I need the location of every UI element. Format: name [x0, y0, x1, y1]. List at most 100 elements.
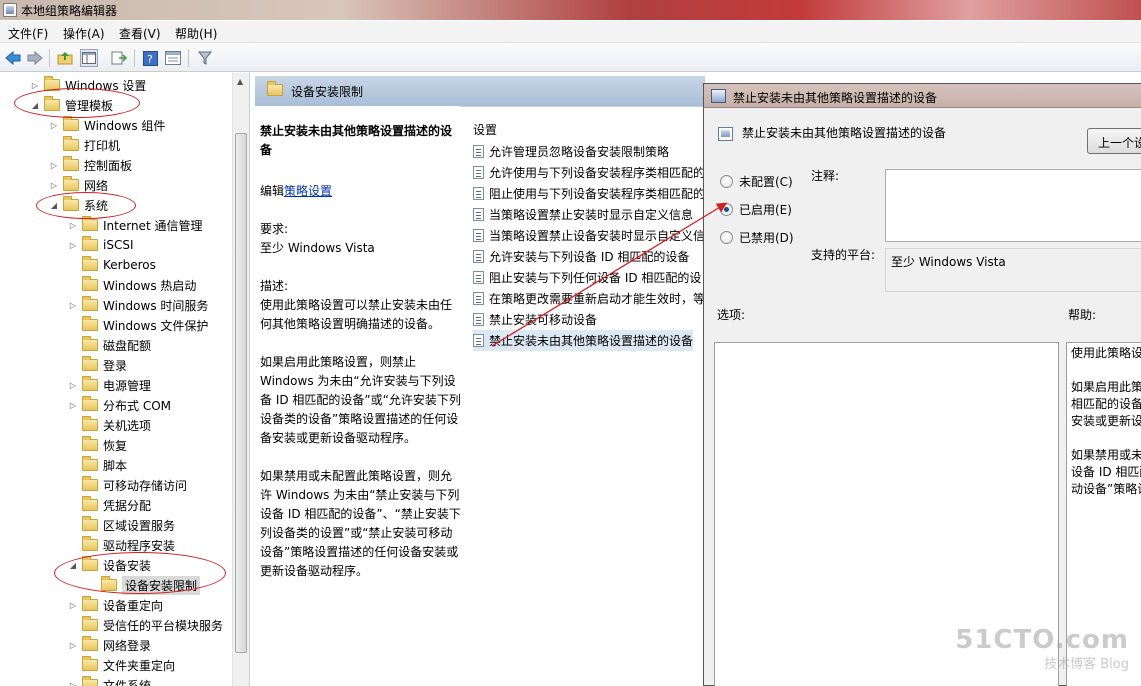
policy-setting-icon [473, 313, 484, 326]
show-tree-icon[interactable] [80, 49, 98, 67]
scrollbar-thumb[interactable] [235, 133, 247, 653]
help-icon[interactable]: ? [141, 49, 159, 67]
folder-icon [82, 276, 98, 291]
policy-setting-icon [473, 229, 484, 242]
collapsed-arrow-icon[interactable]: ▷ [68, 681, 78, 686]
radio-button[interactable] [720, 174, 733, 188]
tree-item-label: 网络登录 [103, 638, 152, 653]
scroll-up-arrow-icon[interactable]: ▲ [237, 77, 243, 86]
tree-item[interactable]: 登录 [68, 355, 127, 375]
settings-column-header[interactable]: 设置 [473, 121, 497, 138]
collapsed-arrow-icon[interactable]: ▷ [49, 161, 59, 170]
collapsed-arrow-icon[interactable]: ▷ [30, 81, 40, 90]
setting-row[interactable]: 允许使用与下列设备安装程序类相匹配的 [473, 162, 705, 183]
policy-setting-icon [473, 292, 484, 305]
back-arrow-icon[interactable] [4, 49, 22, 67]
tree-item[interactable]: 文件夹重定向 [68, 655, 175, 675]
tree-item[interactable]: ▷ 文件系统 [68, 675, 151, 686]
tree-item-label: 凭据分配 [103, 498, 152, 513]
setting-row[interactable]: 允许管理员忽略设备安装限制策略 [473, 141, 669, 162]
tree-item-label: 可移动存储访问 [103, 478, 188, 493]
collapsed-arrow-icon[interactable]: ▷ [68, 381, 78, 390]
tree-item[interactable]: 磁盘配额 [68, 335, 151, 355]
folder-icon [82, 636, 98, 651]
radio-not-configured[interactable]: 未配置(C) [720, 172, 793, 190]
up-folder-icon[interactable] [56, 49, 74, 67]
menu-view[interactable]: 查看(V) [119, 25, 161, 42]
folder-icon [82, 376, 98, 391]
setting-row[interactable]: 允许安装与下列设备 ID 相匹配的设备 [473, 246, 689, 267]
setting-row[interactable]: 当策略设置禁止设备安装时显示自定义信 [473, 225, 705, 246]
tree-item[interactable]: Windows 文件保护 [68, 315, 208, 335]
collapsed-arrow-icon[interactable]: ▷ [49, 181, 59, 190]
radio-button[interactable] [720, 230, 733, 244]
setting-row[interactable]: 阻止安装与下列任何设备 ID 相匹配的设 [473, 267, 701, 288]
tree-item[interactable]: ▷ Windows 组件 [49, 115, 165, 135]
setting-row[interactable]: 禁止安装可移动设备 [473, 309, 597, 330]
tree-scrollbar[interactable]: ▲ [232, 73, 249, 686]
requirements-value: 至少 Windows Vista [260, 241, 375, 255]
tree-item[interactable]: ▷ 分布式 COM [68, 395, 171, 415]
tree-item[interactable]: 受信任的平台模块服务 [68, 615, 223, 635]
filter-icon[interactable] [196, 49, 214, 67]
edit-policy-link[interactable]: 策略设置 [284, 184, 332, 198]
export-list-icon[interactable] [110, 49, 128, 67]
options-label: 选项: [717, 308, 746, 322]
tree-item[interactable]: ▷ 电源管理 [68, 375, 151, 395]
navigation-tree: ▷ Windows 设置 ◢ 管理模板 ▷ Windows 组件 打印机 ▷ 控制面板 ▷ 网络 ◢ 系… [0, 73, 250, 686]
tree-item[interactable]: ▷ Windows 时间服务 [68, 295, 208, 315]
setting-row[interactable]: 在策略更改需要重新启动才能生效时，等 [473, 288, 705, 309]
tree-item-label: Windows 组件 [84, 118, 166, 133]
svg-text:?: ? [147, 53, 153, 66]
menubar: 文件(F) 操作(A) 查看(V) 帮助(H) [0, 21, 1141, 43]
policy-setting-icon [473, 334, 484, 347]
tree-item[interactable]: ▷ 设备重定向 [68, 595, 163, 615]
setting-label: 当策略设置禁止设备安装时显示自定义信 [489, 229, 706, 243]
help-text-line: 动设备”策略设置描述的任何设 [1071, 482, 1141, 496]
tree-item-label: Kerberos [103, 258, 156, 272]
policy-dialog: 禁止安装未由其他策略设置描述的设备 禁止安装未由其他策略设置描述的设备 上一个设… [703, 83, 1141, 686]
folder-icon [82, 396, 98, 411]
radio-disabled[interactable]: 已禁用(D) [720, 228, 794, 246]
setting-row[interactable]: 当策略设置禁止安装时显示自定义信息 [473, 204, 693, 225]
folder-icon [267, 81, 283, 96]
menu-help[interactable]: 帮助(H) [175, 25, 217, 42]
radio-enabled[interactable]: 已启用(E) [720, 200, 792, 218]
watermark-line-1: 51CTO.com [955, 625, 1129, 655]
tree-item[interactable]: Windows 热启动 [68, 275, 196, 295]
collapsed-arrow-icon[interactable]: ▷ [68, 401, 78, 410]
tree-item[interactable]: 关机选项 [68, 415, 151, 435]
tree-item[interactable]: 区域设置服务 [68, 515, 175, 535]
tree-item[interactable]: 可移动存储访问 [68, 475, 187, 495]
toolbar: ? [0, 44, 1141, 72]
description-paragraph-2: 如果启用此策略设置，则禁止 Windows 为未由“允许安装与下列设备 ID 相… [260, 355, 461, 445]
radio-button-checked[interactable] [720, 202, 733, 216]
comment-textarea[interactable] [885, 169, 1141, 242]
tree-item[interactable]: Kerberos [68, 255, 156, 275]
collapsed-arrow-icon[interactable]: ▷ [68, 221, 78, 230]
collapsed-arrow-icon[interactable]: ▷ [49, 121, 59, 130]
folder-icon [63, 116, 79, 131]
setting-row[interactable]: 阻止使用与下列设备安装程序类相匹配的 [473, 183, 705, 204]
collapsed-arrow-icon[interactable]: ▷ [68, 641, 78, 650]
tree-item[interactable]: 恢复 [68, 435, 127, 455]
setting-row[interactable]: 禁止安装未由其他策略设置描述的设备 [473, 330, 694, 351]
forward-arrow-icon[interactable] [26, 49, 44, 67]
help-text-line: 如果禁用或未配置此策略设置 [1071, 448, 1141, 462]
tree-item[interactable]: ▷ iSCSI [68, 235, 134, 255]
tree-item-label: 驱动程序安装 [103, 538, 176, 553]
collapsed-arrow-icon[interactable]: ▷ [68, 601, 78, 610]
tree-item[interactable]: 脚本 [68, 455, 127, 475]
platform-value: 至少 Windows Vista [891, 255, 1006, 269]
tree-item[interactable]: 凭据分配 [68, 495, 151, 515]
app-icon [3, 3, 17, 17]
collapsed-arrow-icon[interactable]: ▷ [68, 241, 78, 250]
previous-setting-button[interactable]: 上一个设 [1087, 128, 1141, 154]
tree-item[interactable]: 打印机 [49, 135, 120, 155]
menu-action[interactable]: 操作(A) [63, 25, 105, 42]
tree-item[interactable]: ▷ 控制面板 [49, 155, 132, 175]
tree-item[interactable]: ▷ 网络登录 [68, 635, 151, 655]
properties-icon[interactable] [164, 49, 182, 67]
menu-file[interactable]: 文件(F) [8, 25, 48, 42]
collapsed-arrow-icon[interactable]: ▷ [68, 301, 78, 310]
